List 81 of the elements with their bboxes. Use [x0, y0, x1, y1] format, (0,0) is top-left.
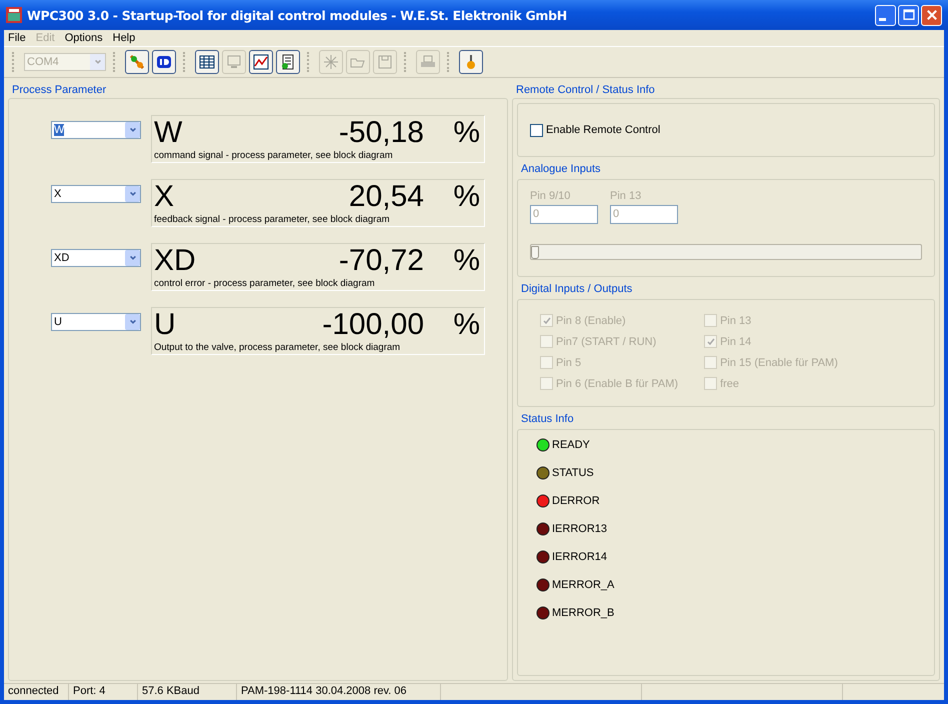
parameter-unit: %: [452, 308, 480, 342]
checkbox-label: Pin 5: [556, 356, 582, 368]
maximize-icon: [902, 8, 916, 22]
settings-button[interactable]: [459, 50, 483, 74]
parameter-description: feedback signal - process parameter, see block diagram: [154, 214, 391, 225]
parameter-unit: %: [452, 180, 480, 214]
app-icon: [6, 7, 22, 23]
field-label: Pin 13: [610, 190, 642, 202]
caret-icon: [128, 254, 136, 262]
group-title: Digital Inputs / Outputs: [520, 282, 634, 297]
menu-item[interactable]: Help: [112, 32, 136, 44]
parameter-symbol: X: [154, 180, 174, 214]
parameter-select[interactable]: XD: [51, 249, 141, 267]
monitor-icon: [226, 54, 242, 70]
field-label: Pin 9/10: [530, 190, 572, 202]
checkbox[interactable]: [530, 124, 543, 136]
parameter-select[interactable]: W: [51, 121, 141, 139]
check-icon: [542, 316, 552, 326]
document-button[interactable]: [276, 50, 300, 74]
parameter-value: 20,54: [348, 180, 424, 214]
group-title: Process Parameter: [11, 83, 108, 98]
checkbox-label: Pin7 (START / RUN): [556, 336, 656, 348]
checkbox-label: Pin 15 (Enable für PAM): [720, 356, 838, 368]
caret-icon: [94, 58, 102, 66]
close-icon: [924, 8, 938, 22]
group-title: Remote Control / Status Info: [515, 83, 656, 98]
caret-icon: [128, 126, 136, 134]
led-label: IERROR14: [552, 551, 608, 563]
floppy-icon: [377, 54, 393, 70]
parameter-value: -70,72: [338, 244, 424, 278]
parameter-value: -50,18: [338, 116, 424, 150]
minimize-icon: [879, 18, 886, 20]
status-text: connected: [4, 684, 69, 700]
caret-icon: [128, 318, 136, 326]
id-button[interactable]: [152, 50, 176, 74]
id-icon: [156, 54, 172, 70]
parameter-select[interactable]: U: [51, 313, 141, 331]
maximize-button[interactable]: [898, 4, 919, 26]
led-label: STATUS: [552, 467, 594, 479]
connect-button[interactable]: [125, 50, 149, 74]
parameter-description: Output to the valve, process parameter, see block diagram: [154, 342, 402, 353]
parameter-symbol: W: [154, 116, 182, 150]
printer-icon: [420, 54, 436, 70]
led-label: DERROR: [552, 495, 600, 507]
led-label: MERROR_A: [552, 579, 614, 591]
parameter-unit: %: [452, 116, 480, 150]
status-text: PAM-198-1114 30.04.2008 rev. 06: [237, 684, 441, 700]
parameter-description: command signal - process parameter, see block diagram: [154, 150, 394, 161]
menu-item[interactable]: Options: [64, 32, 103, 44]
checkbox-label: Pin 14: [720, 336, 752, 348]
parameter-select[interactable]: X: [51, 185, 141, 203]
check-icon: [706, 336, 716, 346]
window-title: WPC300 3.0 - Startup-Tool for digital control modules - W.E.St. Elektronik GmbH: [27, 8, 567, 22]
document-icon: [280, 54, 296, 70]
parameter-unit: %: [452, 244, 480, 278]
checkbox-label: free: [720, 378, 740, 390]
table-icon: [199, 54, 215, 70]
menu-item[interactable]: File: [8, 32, 26, 44]
group-title: Status Info: [520, 412, 575, 427]
cable-icon: [129, 54, 145, 70]
led-label: MERROR_B: [552, 607, 614, 619]
caret-icon: [128, 190, 136, 198]
group-title: Analogue Inputs: [520, 162, 602, 177]
checkbox-label: Pin 6 (Enable B für PAM): [556, 378, 678, 390]
parameter-value: -100,00: [322, 308, 424, 342]
table-button[interactable]: [195, 50, 219, 74]
close-button[interactable]: [921, 4, 942, 26]
parameter-symbol: XD: [154, 244, 196, 278]
led-label: IERROR13: [552, 523, 608, 535]
checkbox-label: Enable Remote Control: [546, 124, 660, 136]
checkbox-label: Pin 13: [720, 314, 752, 326]
minimize-button[interactable]: [875, 4, 896, 26]
asterisk-icon: [323, 54, 339, 70]
parameter-description: control error - process parameter, see block diagram: [154, 278, 376, 289]
led-label: READY: [552, 439, 590, 451]
status-text: 57.6 KBaud: [138, 684, 237, 700]
checkbox-label: Pin 8 (Enable): [556, 314, 626, 326]
status-text: Port: 4: [69, 684, 138, 700]
chart-icon: [253, 54, 269, 70]
parameter-symbol: U: [154, 308, 176, 342]
chart-button[interactable]: [249, 50, 273, 74]
